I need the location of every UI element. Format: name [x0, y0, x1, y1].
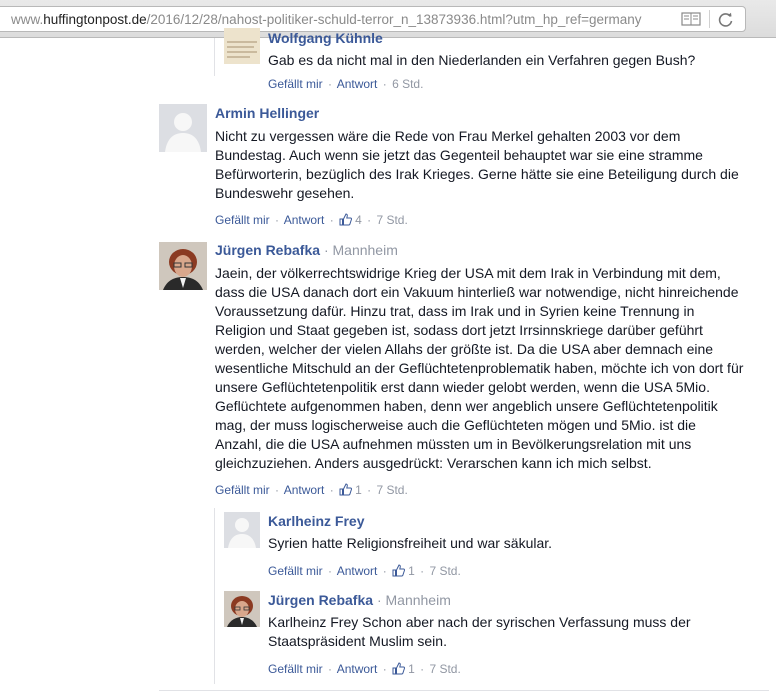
avatar[interactable] [159, 104, 207, 152]
comment-text: Karlheinz Frey Schon aber nach der syris… [268, 614, 691, 649]
thumbs-up-icon [339, 483, 353, 496]
comment-time: 7 Std. [376, 213, 408, 227]
avatar[interactable] [159, 242, 207, 290]
comment-text: Nicht zu vergessen wäre die Rede von Fra… [215, 128, 739, 201]
author-location: · Mannheim [376, 592, 451, 608]
comment-text: Gab es da nicht mal in den Niederlanden … [268, 52, 696, 68]
comment-text: Jaein, der völkerrechtswidrige Krieg der… [215, 265, 744, 471]
author-location: · Mannheim [323, 242, 398, 258]
like-count: 1 [408, 564, 415, 578]
avatar-photo [224, 591, 260, 627]
url-text[interactable]: www.huffingtonpost.de/2016/12/28/nahost-… [11, 12, 642, 27]
comment-author[interactable]: Wolfgang Kühnle [268, 30, 383, 46]
comment-time: 6 Std. [392, 77, 424, 91]
like-link[interactable]: Gefällt mir [215, 213, 270, 227]
comment-divider [159, 690, 769, 691]
like-count: 1 [355, 483, 362, 497]
like-link[interactable]: Gefällt mir [268, 662, 323, 676]
reply-link[interactable]: Antwort [337, 564, 378, 578]
toolbar-divider [709, 10, 710, 28]
comment-actions: Gefällt mir · Antwort · 6 Std. [268, 77, 424, 91]
comment-actions: Gefällt mir · Antwort · 1 · 7 Std. [268, 564, 461, 578]
reply-link[interactable]: Antwort [284, 213, 325, 227]
comment-author[interactable]: Jürgen Rebafka · Mannheim [215, 242, 398, 258]
comment-author[interactable]: Karlheinz Frey [268, 513, 364, 529]
avatar[interactable] [224, 591, 260, 627]
comment-actions: Gefällt mir · Antwort · 1 · 7 Std. [215, 483, 408, 497]
like-link[interactable]: Gefällt mir [268, 564, 323, 578]
comment-actions: Gefällt mir · Antwort · 4 · 7 Std. [215, 213, 408, 227]
thumbs-up-icon [392, 662, 406, 675]
like-count: 1 [408, 662, 415, 676]
comment-actions: Gefällt mir · Antwort · 1 · 7 Std. [268, 662, 461, 676]
thumbs-up-icon [339, 213, 353, 226]
thumbs-up-icon [392, 564, 406, 577]
avatar[interactable] [224, 512, 260, 548]
avatar[interactable] [224, 28, 260, 64]
like-count: 4 [355, 213, 362, 227]
default-avatar-icon [159, 104, 207, 152]
reply-thread-line [214, 508, 215, 684]
comment-text: Syrien hatte Religionsfreiheit und war s… [268, 535, 553, 551]
comment-time: 7 Std. [429, 564, 461, 578]
like-link[interactable]: Gefällt mir [268, 77, 323, 91]
comment-author[interactable]: Armin Hellinger [215, 105, 319, 121]
like-link[interactable]: Gefällt mir [215, 483, 270, 497]
reply-thread-line [214, 38, 215, 76]
address-bar[interactable]: www.huffingtonpost.de/2016/12/28/nahost-… [0, 6, 746, 32]
avatar-image [224, 28, 260, 64]
comment-time: 7 Std. [429, 662, 461, 676]
reader-icon[interactable] [681, 12, 701, 26]
reply-link[interactable]: Antwort [284, 483, 325, 497]
comment-time: 7 Std. [376, 483, 408, 497]
reply-link[interactable]: Antwort [337, 77, 378, 91]
default-avatar-icon [224, 512, 260, 548]
avatar-photo [159, 242, 207, 290]
browser-toolbar: www.huffingtonpost.de/2016/12/28/nahost-… [0, 0, 776, 38]
reply-link[interactable]: Antwort [337, 662, 378, 676]
reload-icon[interactable] [717, 11, 735, 29]
comment-author[interactable]: Jürgen Rebafka · Mannheim [268, 592, 451, 608]
